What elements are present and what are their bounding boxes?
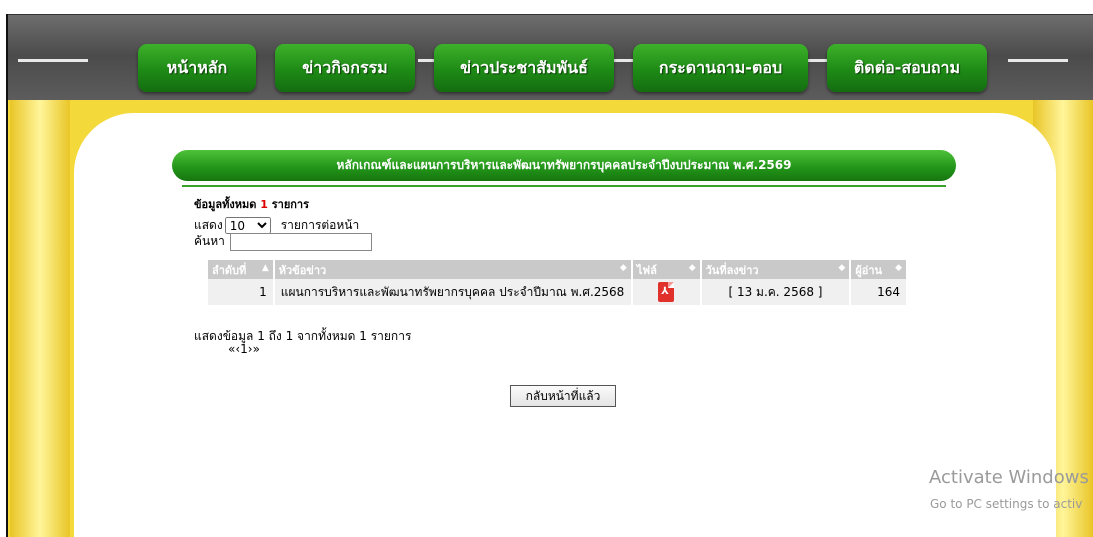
column-header-no[interactable]: ลำดับที่ ▲ bbox=[208, 260, 275, 279]
total-prefix: ข้อมูลทั้งหมด bbox=[194, 198, 257, 211]
total-suffix: รายการ bbox=[271, 198, 310, 211]
header-label: ไฟล์ bbox=[636, 263, 657, 277]
header-label: ลำดับที่ bbox=[212, 263, 247, 277]
column-header-file[interactable]: ไฟล์ ◆ bbox=[631, 260, 702, 279]
nav-label: หน้าหลัก bbox=[166, 57, 228, 77]
column-header-title[interactable]: หัวข้อข่าว ◆ bbox=[273, 260, 633, 279]
sort-icon: ◆ bbox=[619, 263, 627, 273]
cell-views: 164 bbox=[850, 279, 908, 305]
header-line-right bbox=[1008, 59, 1068, 62]
nav-contact[interactable]: ติดต่อ-สอบถาม bbox=[827, 44, 987, 92]
nav-public-relations[interactable]: ข่าวประชาสัมพันธ์ bbox=[434, 44, 614, 92]
header-label: หัวข้อข่าว bbox=[278, 263, 327, 277]
sort-icon: ◆ bbox=[895, 263, 902, 273]
nav-label: ติดต่อ-สอบถาม bbox=[853, 57, 961, 77]
back-button-label: กลับหน้าที่แล้ว bbox=[525, 388, 601, 403]
header-label: วันที่ลงข่าว bbox=[705, 263, 759, 277]
page-title-text: หลักเกณฑ์และแผนการบริหารและพัฒนาทรัพยากร… bbox=[336, 158, 792, 172]
cell-no: 1 bbox=[208, 279, 275, 305]
search-label: ค้นหา bbox=[194, 234, 225, 248]
header-label: ผู้อ่าน bbox=[855, 263, 883, 277]
cell-date: [ 13 ม.ค. 2568 ] bbox=[700, 279, 852, 305]
pagination[interactable]: «‹1›» bbox=[228, 342, 260, 356]
activation-watermark-subtext: Go to PC settings to activ bbox=[930, 497, 1083, 511]
sort-asc-icon: ▲ bbox=[261, 263, 269, 273]
nav-activities[interactable]: ข่าวกิจกรรม bbox=[275, 44, 415, 92]
nav-home[interactable]: หน้าหลัก bbox=[138, 44, 256, 92]
nav-label: ข่าวกิจกรรม bbox=[302, 57, 388, 77]
pdf-icon[interactable]: ⅄ bbox=[658, 282, 675, 302]
table-info: แสดงข้อมูล 1 ถึง 1 จากทั้งหมด 1 รายการ bbox=[194, 329, 412, 343]
cell-title[interactable]: แผนการบริหารและพัฒนาทรัพยากรบุคคล ประจำป… bbox=[273, 279, 633, 305]
activation-watermark: Activate Windows bbox=[929, 467, 1089, 488]
back-button[interactable]: กลับหน้าที่แล้ว bbox=[510, 385, 616, 407]
nav-label: กระดานถาม-ตอบ bbox=[658, 57, 783, 77]
sort-icon: ◆ bbox=[838, 263, 846, 273]
page-title: หลักเกณฑ์และแผนการบริหารและพัฒนาทรัพยากร… bbox=[172, 150, 956, 181]
total-count: 1 bbox=[260, 198, 268, 211]
column-header-views[interactable]: ผู้อ่าน ◆ bbox=[850, 260, 908, 279]
yellow-side-left bbox=[10, 100, 70, 537]
sort-icon: ◆ bbox=[688, 263, 696, 273]
total-summary: ข้อมูลทั้งหมด 1 รายการ bbox=[194, 195, 309, 213]
search-control: ค้นหา bbox=[194, 232, 372, 251]
cell-file: ⅄ bbox=[631, 279, 702, 305]
table-row: 1 แผนการบริหารและพัฒนาทรัพยากรบุคคล ประจ… bbox=[208, 279, 908, 305]
header-line-left bbox=[18, 59, 88, 62]
news-table: ลำดับที่ ▲ หัวข้อข่าว ◆ ไฟล์ ◆ วันที่ลงข่าว… bbox=[208, 260, 908, 305]
title-underline bbox=[182, 185, 946, 187]
nav-qa-board[interactable]: กระดานถาม-ตอบ bbox=[633, 44, 808, 92]
nav-label: ข่าวประชาสัมพันธ์ bbox=[460, 57, 588, 77]
column-header-date[interactable]: วันที่ลงข่าว ◆ bbox=[700, 260, 852, 279]
search-input[interactable] bbox=[229, 232, 372, 251]
page-frame: หน้าหลัก ข่าวกิจกรรม ข่าวประชาสัมพันธ์ ก… bbox=[0, 0, 1093, 537]
